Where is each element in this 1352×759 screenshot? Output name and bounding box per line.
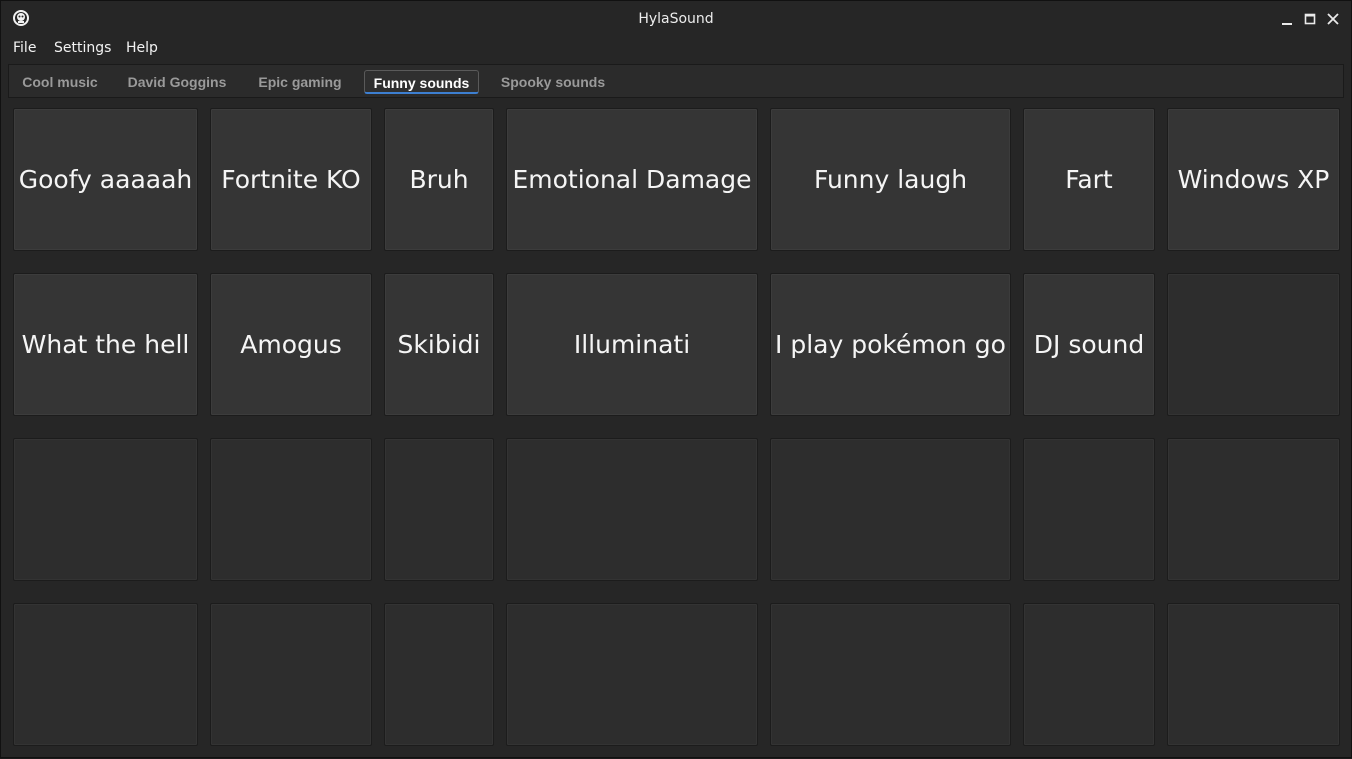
sound-button[interactable]: Skibidi [384,273,494,416]
empty-sound-slot[interactable] [770,438,1011,581]
sound-button[interactable]: Emotional Damage [506,108,758,251]
sound-button[interactable]: Goofy aaaaah [13,108,198,251]
title-bar[interactable]: HylaSound [1,1,1351,35]
empty-sound-slot[interactable] [384,603,494,746]
tab-cool-music[interactable]: Cool music [15,70,105,94]
window-title: HylaSound [638,11,714,27]
menu-settings[interactable]: Settings [54,40,111,56]
tab-david-goggins[interactable]: David Goggins [120,70,234,94]
empty-sound-slot[interactable] [384,438,494,581]
empty-sound-slot[interactable] [1023,603,1155,746]
empty-sound-slot[interactable] [1023,438,1155,581]
maximize-icon[interactable] [1302,9,1318,27]
tab-spooky-sounds[interactable]: Spooky sounds [494,70,612,94]
empty-sound-slot[interactable] [1167,273,1340,416]
app-window: HylaSound File Settings Help Cool music … [0,0,1352,758]
empty-sound-slot[interactable] [1167,438,1340,581]
empty-sound-slot[interactable] [770,603,1011,746]
empty-sound-slot[interactable] [13,438,198,581]
sound-button[interactable]: DJ sound [1023,273,1155,416]
tab-funny-sounds[interactable]: Funny sounds [364,70,479,94]
minimize-icon[interactable] [1279,9,1295,27]
tab-bar: Cool music David Goggins Epic gaming Fun… [8,64,1344,98]
sound-button[interactable]: Windows XP [1167,108,1340,251]
sound-button[interactable]: Fortnite KO [210,108,372,251]
empty-sound-slot[interactable] [506,603,758,746]
sound-button[interactable]: Funny laugh [770,108,1011,251]
sound-button[interactable]: I play pokémon go [770,273,1011,416]
sound-button[interactable]: Amogus [210,273,372,416]
menu-bar: File Settings Help [1,36,1351,60]
sound-pad-grid: Goofy aaaaah Fortnite KO Bruh Emotional Dam… [1,1,1352,759]
empty-sound-slot[interactable] [210,438,372,581]
close-icon[interactable] [1325,9,1341,27]
menu-file[interactable]: File [13,40,36,56]
empty-sound-slot[interactable] [506,438,758,581]
sound-button[interactable]: What the hell [13,273,198,416]
empty-sound-slot[interactable] [1167,603,1340,746]
menu-help[interactable]: Help [126,40,158,56]
sound-button[interactable]: Illuminati [506,273,758,416]
tab-epic-gaming[interactable]: Epic gaming [251,70,349,94]
empty-sound-slot[interactable] [210,603,372,746]
sound-button[interactable]: Bruh [384,108,494,251]
empty-sound-slot[interactable] [13,603,198,746]
sound-button[interactable]: Fart [1023,108,1155,251]
